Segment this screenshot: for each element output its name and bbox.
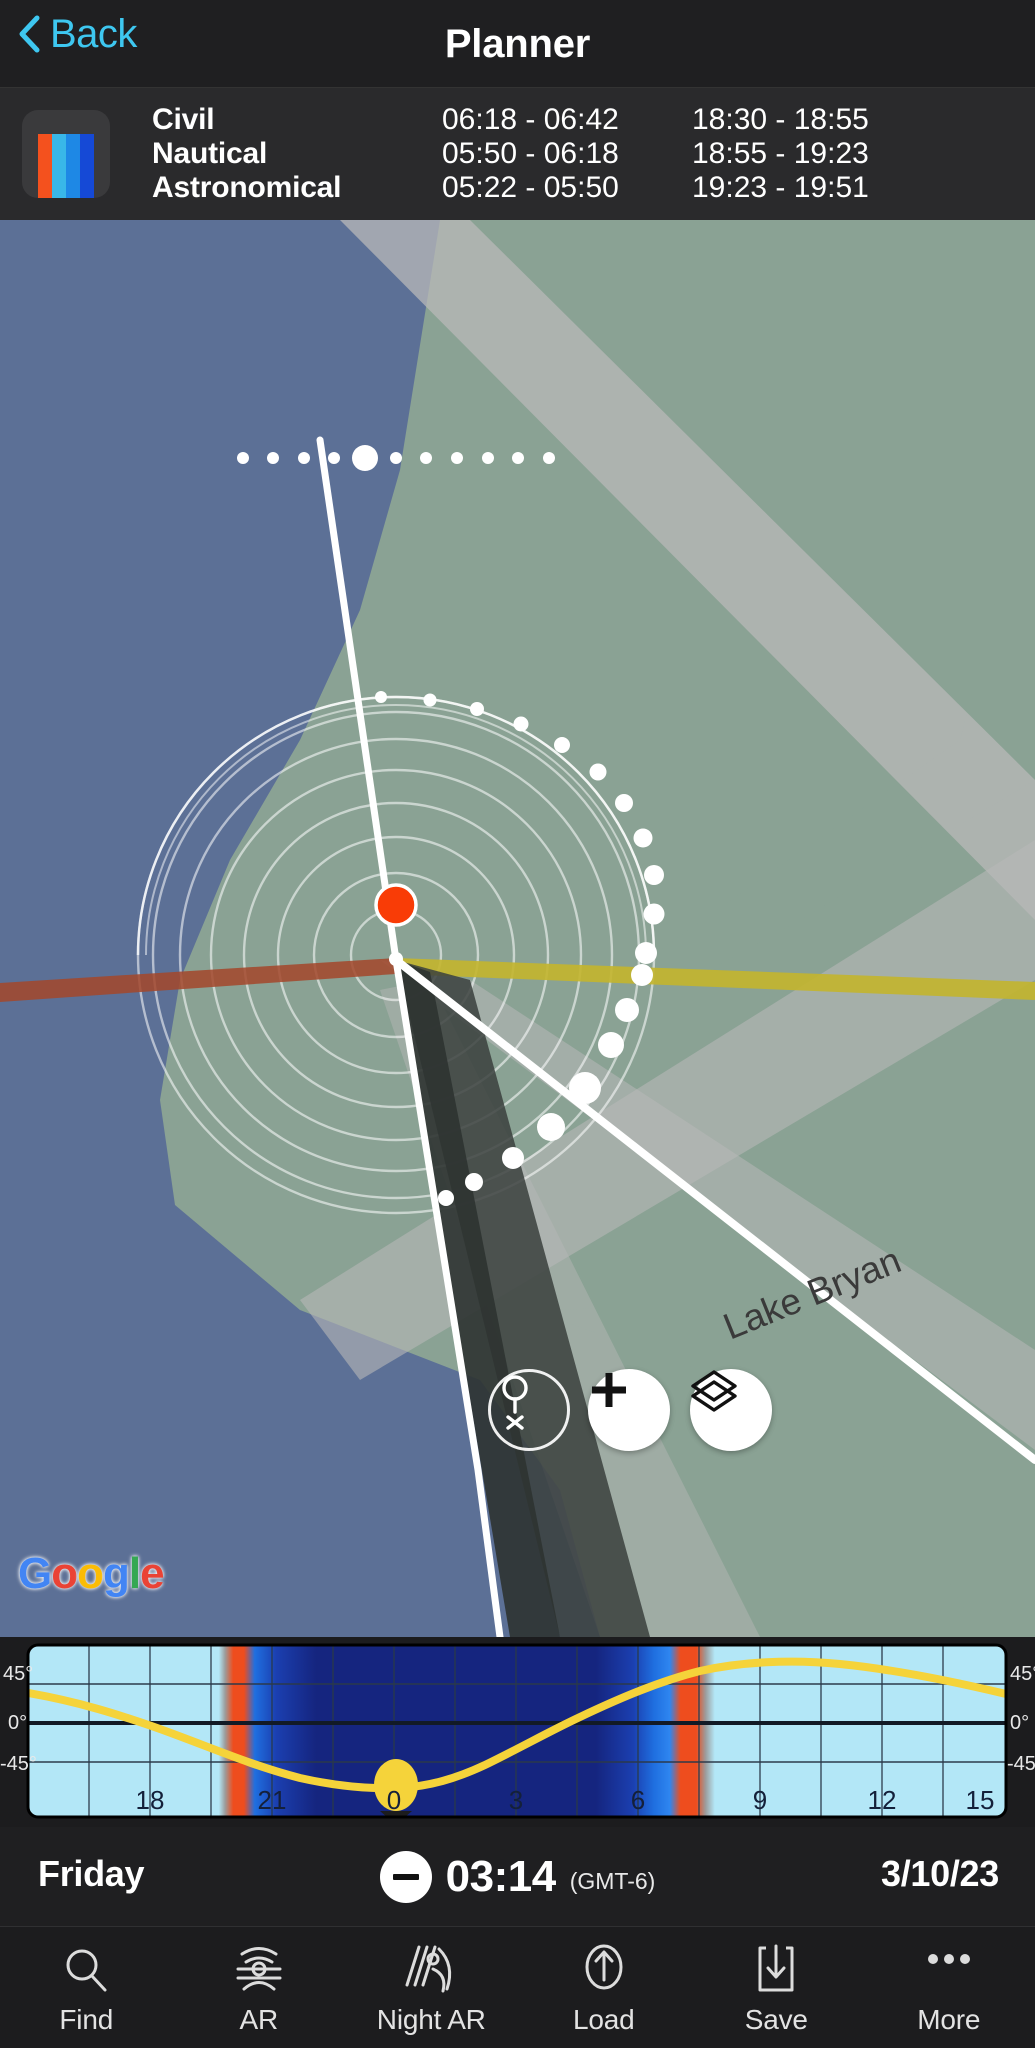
x-tick-6: 6 bbox=[631, 1785, 645, 1815]
tab-night-ar[interactable]: Night AR bbox=[345, 1942, 517, 2036]
twilight-morning: 05:22 - 05:50 bbox=[442, 171, 619, 204]
twilight-name: Civil bbox=[152, 103, 215, 136]
twilight-row: Civil 06:18 - 06:42 18:30 - 18:55 bbox=[152, 103, 1035, 137]
google-letter: G bbox=[18, 1549, 52, 1598]
add-button[interactable] bbox=[588, 1369, 670, 1451]
twilight-evening: 18:30 - 18:55 bbox=[692, 103, 869, 136]
twilight-panel[interactable]: Civil 06:18 - 06:42 18:30 - 18:55 Nautic… bbox=[0, 88, 1035, 220]
tab-find-label: Find bbox=[59, 2004, 114, 2035]
save-download-icon bbox=[751, 1942, 801, 1998]
y-axis-label-right-0: 0° bbox=[1010, 1712, 1029, 1734]
google-letter: g bbox=[103, 1549, 130, 1598]
google-letter: o bbox=[51, 1549, 78, 1598]
layers-button[interactable] bbox=[690, 1369, 772, 1451]
tab-save-label: Save bbox=[744, 2004, 808, 2035]
y-axis-label-left-0: 0° bbox=[8, 1712, 27, 1734]
bottom-tab-bar: Find AR Night AR Load Save More bbox=[0, 1928, 1035, 2048]
current-date[interactable]: 3/10/23 bbox=[881, 1853, 999, 1895]
twilight-row: Nautical 05:50 - 06:18 18:55 - 19:23 bbox=[152, 137, 1035, 171]
tab-more[interactable]: More bbox=[863, 1942, 1035, 2036]
x-tick-9: 9 bbox=[753, 1785, 767, 1815]
current-time[interactable]: 03:14 bbox=[446, 1852, 557, 1902]
page-title: Planner bbox=[444, 22, 591, 66]
layers-icon bbox=[691, 1370, 737, 1412]
twilight-morning: 05:50 - 06:18 bbox=[442, 137, 619, 170]
google-letter: l bbox=[128, 1549, 141, 1598]
time-control-bar: Friday 03:14 (GMT-6) 3/10/23 bbox=[0, 1827, 1035, 1927]
tab-night-ar-label: Night AR bbox=[376, 2004, 486, 2035]
twilight-morning: 06:18 - 06:42 bbox=[442, 103, 619, 136]
tab-save[interactable]: Save bbox=[690, 1942, 862, 2036]
twilight-rows: Civil 06:18 - 06:42 18:30 - 18:55 Nautic… bbox=[120, 103, 1035, 205]
tab-load[interactable]: Load bbox=[518, 1942, 690, 2036]
y-axis-label-right-neg45: -45° bbox=[1007, 1753, 1035, 1775]
tab-load-label: Load bbox=[573, 2004, 635, 2035]
twilight-bands-icon bbox=[22, 110, 110, 198]
sun-position-marker bbox=[374, 883, 418, 927]
google-letter: e bbox=[140, 1549, 165, 1598]
y-axis-label-right-45: 45° bbox=[1010, 1663, 1035, 1685]
twilight-name: Nautical bbox=[152, 137, 268, 170]
tab-more-label: More bbox=[917, 2004, 981, 2035]
load-upload-icon bbox=[579, 1942, 629, 1998]
tab-find[interactable]: Find bbox=[0, 1942, 172, 2036]
map-canvas[interactable]: Lake Bryan Google bbox=[0, 220, 1035, 1637]
ar-icon bbox=[232, 1942, 286, 1998]
x-tick-15: 15 bbox=[966, 1785, 995, 1815]
x-tick-12: 12 bbox=[868, 1785, 897, 1815]
x-tick-0: 0 bbox=[387, 1785, 401, 1815]
pin-remove-icon bbox=[502, 1375, 528, 1430]
navigation-bar: Back Planner bbox=[0, 0, 1035, 88]
y-axis-label-left-neg45: -45° bbox=[0, 1753, 37, 1775]
google-letter: o bbox=[77, 1549, 104, 1598]
twilight-row: Astronomical 05:22 - 05:50 19:23 - 19:51 bbox=[152, 171, 1035, 205]
clear-pin-button[interactable] bbox=[488, 1369, 570, 1451]
twilight-evening: 19:23 - 19:51 bbox=[692, 171, 869, 204]
x-tick-21: 21 bbox=[258, 1785, 287, 1815]
planner-screen: Back Planner Civil 06:18 - 06:42 18:30 -… bbox=[0, 0, 1035, 2048]
tab-ar[interactable]: AR bbox=[173, 1942, 345, 2036]
y-axis-label-left-45: 45° bbox=[3, 1663, 33, 1685]
google-attribution: Google bbox=[18, 1549, 165, 1599]
x-tick-3: 3 bbox=[509, 1785, 523, 1815]
timeline-graphics: 45° 0° -45° 45° 0° -45° 18 21 0 3 6 9 12… bbox=[0, 1643, 1035, 1819]
twilight-name: Astronomical bbox=[152, 171, 342, 204]
plus-icon bbox=[592, 1373, 626, 1407]
decrement-time-button[interactable] bbox=[379, 1851, 432, 1903]
sun-elevation-timeline[interactable]: 45° 0° -45° 45° 0° -45° 18 21 0 3 6 9 12… bbox=[0, 1637, 1035, 1827]
timezone-label: (GMT-6) bbox=[569, 1867, 656, 1894]
more-ellipsis-icon bbox=[921, 1942, 977, 1998]
night-ar-icon bbox=[403, 1942, 459, 1998]
tab-ar-label: AR bbox=[239, 2004, 279, 2035]
minus-icon bbox=[392, 1874, 419, 1880]
x-tick-18: 18 bbox=[136, 1785, 165, 1815]
search-icon bbox=[61, 1942, 111, 1998]
time-center-group: 03:14 (GMT-6) bbox=[0, 1827, 1035, 1927]
twilight-evening: 18:55 - 19:23 bbox=[692, 137, 869, 170]
